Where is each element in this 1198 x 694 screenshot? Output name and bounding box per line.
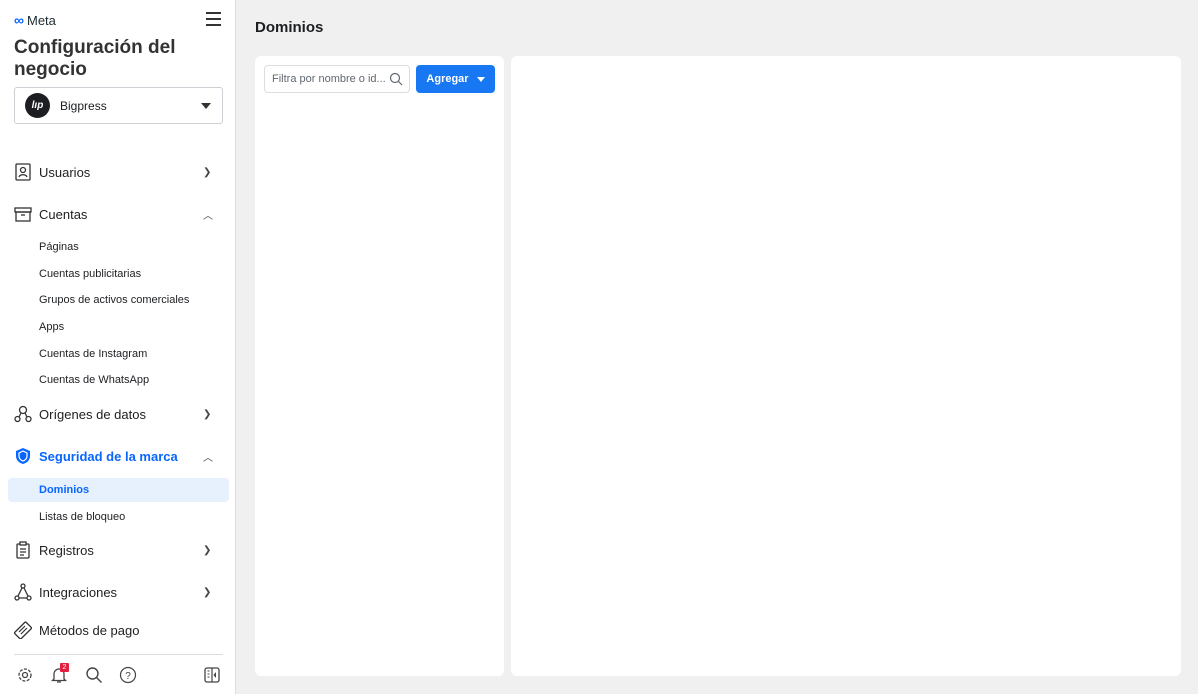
page-heading: Configuración del negocio [14, 37, 176, 80]
sidebar-item-registros[interactable]: Registros ❯ [0, 537, 236, 563]
settings-gear-icon[interactable] [16, 666, 34, 684]
sidebar-item-label: Usuarios [39, 164, 91, 180]
search-icon [389, 72, 403, 91]
sidebar-subitem-listas-bloqueo[interactable]: Listas de bloqueo [8, 505, 229, 529]
data-sources-icon [14, 405, 32, 423]
page-title: Dominios [255, 19, 324, 36]
sidebar-item-label: Cuentas [39, 206, 88, 222]
sidebar-item-label: Métodos de pago [39, 622, 140, 638]
sidebar-item-label: Integraciones [39, 584, 118, 600]
sidebar-item-usuarios[interactable]: Usuarios ❯ [0, 159, 236, 185]
notification-badge: 2 [60, 663, 69, 672]
notifications-bell-icon[interactable]: 2 [50, 663, 69, 684]
help-icon[interactable]: ? [119, 666, 137, 684]
users-icon [14, 163, 32, 181]
sidebar-subitem-instagram[interactable]: Cuentas de Instagram [8, 342, 229, 366]
sidebar-item-metodos-pago[interactable]: Métodos de pago [0, 617, 236, 643]
accounts-icon [14, 205, 32, 223]
meta-logo: ∞ Meta [14, 12, 56, 28]
avatar: lıp [25, 93, 50, 118]
credit-card-icon [14, 621, 32, 639]
sidebar-subitem-whatsapp[interactable]: Cuentas de WhatsApp [8, 368, 229, 392]
sidebar-item-label: Orígenes de datos [39, 406, 146, 422]
integrations-icon [14, 583, 32, 601]
svg-text:?: ? [125, 671, 131, 682]
caret-down-icon [201, 103, 211, 109]
sidebar-item-origenes-datos[interactable]: Orígenes de datos ❯ [0, 401, 236, 427]
hamburger-menu-icon[interactable] [206, 12, 221, 30]
business-name: Bigpress [60, 98, 107, 113]
chevron-down-icon: ❯ [203, 408, 212, 420]
sidebar-item-seguridad-marca[interactable]: Seguridad de la marca ︿ [0, 443, 236, 469]
search-icon[interactable] [85, 666, 103, 684]
sidebar-item-cuentas[interactable]: Cuentas ︿ [0, 201, 236, 227]
chevron-down-icon: ❯ [203, 586, 212, 598]
chevron-up-icon: ︿ [203, 452, 213, 464]
sidebar-subitem-grupos-activos[interactable]: Grupos de activos comerciales [8, 288, 229, 312]
brand-name: Meta [26, 12, 56, 28]
toggle-sidebar-icon[interactable] [203, 666, 221, 684]
sidebar-item-label: Registros [39, 542, 94, 558]
sidebar-subitem-dominios[interactable]: Dominios [8, 478, 229, 502]
business-selector[interactable]: lıp Bigpress [14, 87, 223, 124]
sidebar: ∞ Meta Configuración del negocio lıp Bigp… [0, 0, 236, 694]
domain-list-panel: Agregar [255, 56, 504, 676]
chevron-up-icon: ︿ [203, 210, 213, 222]
shield-icon [14, 447, 32, 465]
sidebar-item-label: Seguridad de la marca [39, 448, 178, 464]
sidebar-subitem-apps[interactable]: Apps [8, 315, 229, 339]
add-button-label: Agregar [426, 73, 469, 85]
clipboard-icon [14, 541, 32, 559]
domain-detail-panel [511, 56, 1181, 676]
sidebar-subitem-cuentas-publicitarias[interactable]: Cuentas publicitarias [8, 262, 229, 286]
chevron-down-icon: ❯ [203, 544, 212, 556]
sidebar-subitem-paginas[interactable]: Páginas [8, 235, 229, 259]
chevron-down-icon: ❯ [203, 166, 212, 178]
sidebar-item-integraciones[interactable]: Integraciones ❯ [0, 579, 236, 605]
divider [14, 654, 223, 655]
add-button[interactable]: Agregar [416, 65, 495, 93]
caret-down-icon [476, 76, 485, 82]
